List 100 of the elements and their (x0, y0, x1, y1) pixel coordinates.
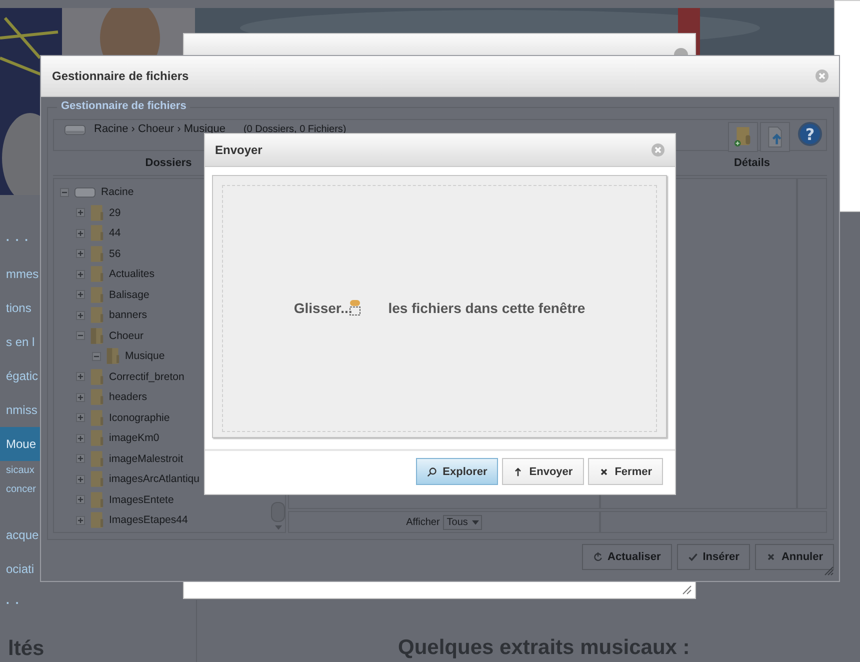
expand-icon[interactable] (76, 290, 85, 300)
cross-icon (766, 552, 776, 562)
section-heading: ltés (8, 637, 44, 661)
search-icon (426, 466, 437, 476)
sidebar-link[interactable]: s en l (0, 325, 40, 359)
folder-icon (90, 224, 104, 242)
sidebar-link[interactable]: sicaux (0, 461, 40, 480)
tree-item[interactable]: 29 (109, 206, 121, 219)
breadcrumb: Racine › Choeur › Musique (94, 123, 226, 135)
item-count: (0 Dossiers, 0 Fichiers) (243, 124, 346, 135)
help-button[interactable]: ? (798, 122, 822, 146)
check-icon (688, 552, 698, 562)
folder-icon (90, 429, 104, 448)
resize-grip-icon[interactable] (824, 566, 834, 576)
folder-icon (90, 326, 104, 345)
tree-item[interactable]: Choeur (109, 330, 144, 342)
filter-label: Afficher (406, 516, 440, 528)
tree-item[interactable]: imagesArcAtlantiqu (109, 473, 200, 486)
close-icon[interactable] (674, 47, 688, 55)
arrow-up-icon (513, 466, 524, 476)
collapse-icon[interactable] (60, 188, 69, 197)
expand-icon[interactable] (76, 495, 85, 504)
tree-item[interactable]: Musique (125, 350, 165, 362)
open-folder-icon (106, 347, 120, 366)
separator-dots: · · (5, 595, 22, 612)
filter-select[interactable]: Tous (442, 514, 482, 530)
new-folder-button[interactable] (728, 122, 758, 152)
page-heading: Quelques extraits musicaux : (398, 636, 690, 660)
section-legend: Gestionnaire de fichiers (57, 100, 190, 112)
refresh-icon (592, 552, 603, 562)
expand-icon[interactable] (76, 310, 85, 320)
expand-icon[interactable] (76, 372, 85, 382)
sidebar-link[interactable]: mmes (0, 257, 40, 291)
tree-item[interactable]: headers (109, 391, 147, 404)
tree-item[interactable]: imageMalestroit (109, 452, 184, 465)
tree-item[interactable]: Correctif_breton (109, 370, 184, 383)
drop-zone[interactable]: Glisser... les fichiers dans cette fenêtre (212, 175, 667, 438)
sidebar-link[interactable]: concer (0, 480, 40, 499)
tree-item[interactable]: imageKm0 (109, 432, 160, 444)
folder-icon (90, 306, 104, 324)
expand-icon[interactable] (76, 208, 85, 218)
tree-item[interactable]: Racine (101, 186, 134, 198)
expand-icon[interactable] (76, 474, 85, 484)
scroll-down-icon[interactable] (274, 525, 282, 530)
window-title: Gestionnaire de fichiers (52, 69, 190, 83)
resize-grip-icon[interactable] (682, 585, 692, 595)
close-icon[interactable] (815, 69, 829, 83)
folder-icon (90, 368, 104, 386)
drop-hint: les fichiers dans cette fenêtre (388, 300, 586, 316)
collapse-icon[interactable] (76, 331, 85, 340)
file-upload-icon (766, 126, 784, 148)
folder-icon (90, 408, 104, 427)
sidebar-link[interactable]: égatic (0, 359, 40, 393)
drop-hint: Glisser... (294, 300, 352, 316)
tree-item[interactable]: Actualites (109, 268, 155, 280)
sidebar-link[interactable]: ociati (0, 552, 40, 586)
upload-button[interactable] (760, 122, 790, 152)
tree-item[interactable]: Balisage (109, 288, 150, 301)
folder-icon (90, 511, 104, 530)
expand-icon[interactable] (76, 413, 85, 422)
folder-icon (90, 265, 104, 284)
tree-item[interactable]: 56 (109, 248, 121, 260)
separator-dots: · · · (5, 232, 31, 249)
expand-icon[interactable] (76, 392, 85, 402)
collapse-icon[interactable] (92, 352, 101, 361)
sidebar-link[interactable]: tions (0, 291, 40, 325)
expand-icon[interactable] (76, 270, 85, 279)
expand-icon[interactable] (76, 516, 85, 525)
sidebar-link[interactable]: acque (0, 518, 40, 552)
drive-icon (64, 123, 86, 137)
close-icon[interactable] (651, 143, 665, 157)
tree-item[interactable]: ImagesEtapes44 (109, 514, 188, 526)
folder-icon (90, 490, 104, 509)
cancel-button[interactable]: Fermer (588, 458, 663, 485)
expand-icon[interactable] (76, 454, 85, 464)
tree-item[interactable]: ImagesEntete (109, 494, 174, 506)
drive-icon (74, 186, 96, 199)
expand-icon[interactable] (76, 228, 85, 238)
dropdown-arrow-icon (472, 520, 479, 524)
tree-item[interactable]: Iconographie (109, 412, 170, 424)
cancel-button[interactable]: Annuler (755, 544, 834, 570)
folder-plus-icon (734, 126, 752, 148)
cross-icon (598, 466, 609, 476)
folder-icon (90, 450, 104, 468)
expand-icon[interactable] (76, 249, 85, 258)
refresh-button[interactable]: Actualiser (582, 544, 672, 570)
folder-icon (90, 388, 104, 406)
tree-item[interactable]: banners (109, 309, 147, 322)
folder-icon (90, 470, 104, 488)
tree-item[interactable]: 44 (109, 227, 121, 240)
folder-icon (90, 286, 104, 304)
column-header: Détails (732, 156, 772, 171)
folder-icon (90, 244, 104, 263)
browse-button[interactable]: Explorer (416, 458, 498, 485)
sidebar-link[interactable]: nmiss (0, 393, 40, 427)
upload-button[interactable]: Envoyer (502, 458, 584, 485)
expand-icon[interactable] (76, 434, 85, 443)
check-button[interactable]: Insérer (676, 544, 750, 570)
folder-icon (90, 204, 104, 222)
sidebar-link[interactable]: Moue (0, 427, 40, 461)
